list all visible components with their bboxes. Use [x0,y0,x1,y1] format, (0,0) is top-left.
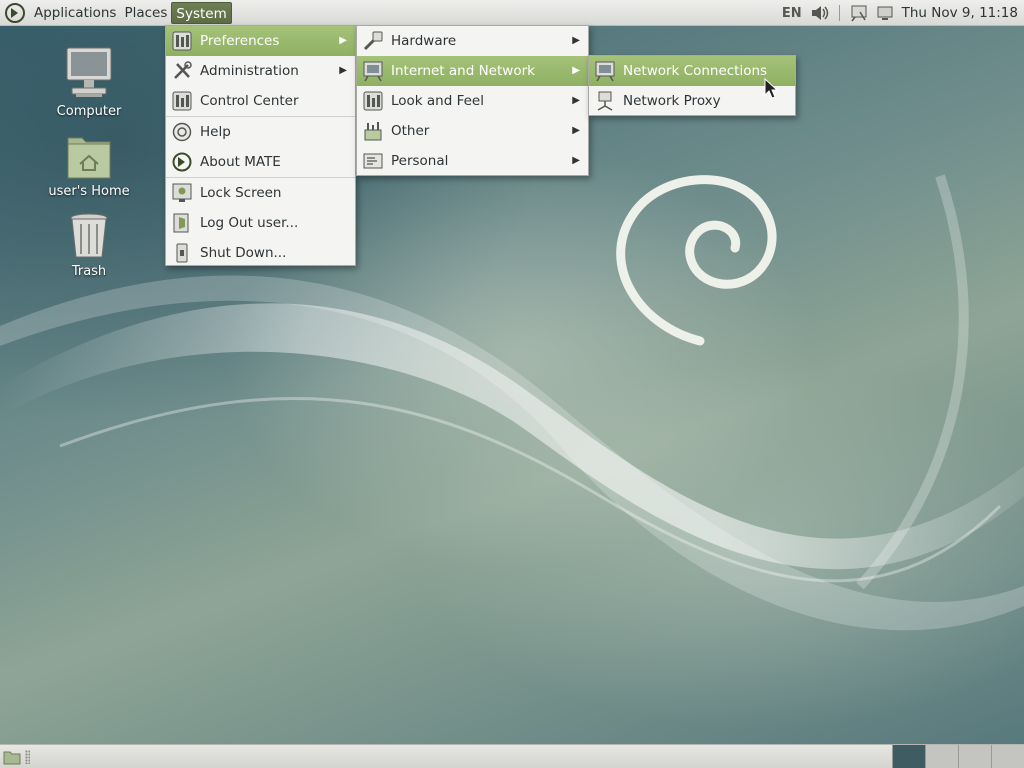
workspace-switcher [892,745,1024,768]
submenu-arrow-icon: ▶ [572,65,580,76]
look-and-feel-icon [363,91,383,111]
menu-item-control-center[interactable]: Control Center [166,86,355,116]
desktop-icon-computer[interactable]: Computer [44,46,134,119]
menu-item-label: Hardware [391,33,457,49]
show-desktop-icon[interactable] [2,747,22,767]
menu-item-about-mate[interactable]: About MATE [166,147,355,177]
mate-logo-icon [172,152,192,172]
network-tray-icon[interactable] [850,4,868,22]
submenu-arrow-icon: ▶ [339,65,347,76]
menu-item-label: Lock Screen [200,185,282,201]
menu-item-log-out[interactable]: Log Out user... [166,208,355,238]
menu-item-shut-down[interactable]: Shut Down... [166,238,355,268]
volume-icon[interactable] [810,4,830,22]
mouse-cursor-icon [764,78,778,99]
help-icon [172,122,192,142]
workspace-3[interactable] [958,745,991,768]
debian-swirl [616,175,777,346]
system-tray: EN Thu Nov 9, 11:18 [774,0,1024,26]
menu-item-lock-screen[interactable]: Lock Screen [166,178,355,208]
submenu-arrow-icon: ▶ [572,125,580,136]
desktop-icon-home[interactable]: user's Home [44,128,134,199]
system-dropdown-menu: Preferences ▶ Administration ▶ Control C… [165,25,356,266]
administration-icon [174,61,192,79]
desktop-icon-trash[interactable]: Trash [44,210,134,279]
workspace-2[interactable] [925,745,958,768]
menu-item-internet-and-network[interactable]: Internet and Network ▶ [357,56,588,86]
desktop-icon-label: Trash [71,264,107,279]
workspace-4[interactable] [991,745,1024,768]
applications-menu[interactable]: Applications [30,2,120,24]
panel-grip-handle[interactable] [25,750,30,764]
log-out-icon [173,213,189,233]
preferences-submenu: Hardware ▶ Internet and Network ▶ Look a… [356,25,589,176]
menu-item-label: Network Proxy [623,93,721,109]
shut-down-icon [176,243,188,263]
personal-icon [363,153,383,169]
mate-logo-icon[interactable] [4,2,26,24]
menu-item-label: About MATE [200,154,281,170]
home-folder-icon [67,137,111,179]
computer-icon [66,47,112,97]
control-center-icon [172,91,192,111]
network-icon [363,61,383,82]
lock-screen-icon [172,183,192,202]
menu-item-label: Log Out user... [200,215,299,231]
trash-icon [70,213,108,258]
menu-item-label: Control Center [200,93,299,109]
menu-item-look-and-feel[interactable]: Look and Feel ▶ [357,86,588,116]
menu-item-label: Personal [391,153,449,169]
display-tray-icon[interactable] [876,4,894,22]
other-icon [364,122,382,141]
menu-item-hardware[interactable]: Hardware ▶ [357,26,588,56]
menu-item-label: Administration [200,63,299,79]
submenu-arrow-icon: ▶ [572,155,580,166]
network-proxy-icon [597,91,613,111]
places-menu[interactable]: Places [120,2,171,24]
preferences-icon [172,31,192,51]
menu-item-label: Network Connections [623,63,768,79]
clock[interactable]: Thu Nov 9, 11:18 [902,5,1018,21]
menu-item-administration[interactable]: Administration ▶ [166,56,355,86]
hardware-icon [363,31,383,51]
menu-item-preferences[interactable]: Preferences ▶ [166,26,355,56]
menu-item-help[interactable]: Help [166,117,355,147]
menu-item-label: Look and Feel [391,93,484,109]
submenu-arrow-icon: ▶ [339,35,347,46]
workspace-1[interactable] [892,745,925,768]
submenu-arrow-icon: ▶ [572,95,580,106]
separator-icon [838,4,842,22]
keyboard-layout-indicator[interactable]: EN [782,6,802,21]
menu-item-label: Preferences [200,33,280,49]
menu-item-personal[interactable]: Personal ▶ [357,146,588,176]
system-menu[interactable]: System [171,1,232,24]
menu-item-label: Internet and Network [391,63,535,79]
top-panel: Applications Places System EN Thu Nov 9, [0,0,1024,26]
menu-item-label: Shut Down... [200,245,287,261]
menu-item-other[interactable]: Other ▶ [357,116,588,146]
desktop-icon-label: Computer [56,104,122,119]
desktop-icon-label: user's Home [48,184,130,199]
menu-item-label: Other [391,123,430,139]
network-connections-icon [595,61,615,82]
menu-item-label: Help [200,124,231,140]
submenu-arrow-icon: ▶ [572,35,580,46]
bottom-panel [0,744,1024,768]
